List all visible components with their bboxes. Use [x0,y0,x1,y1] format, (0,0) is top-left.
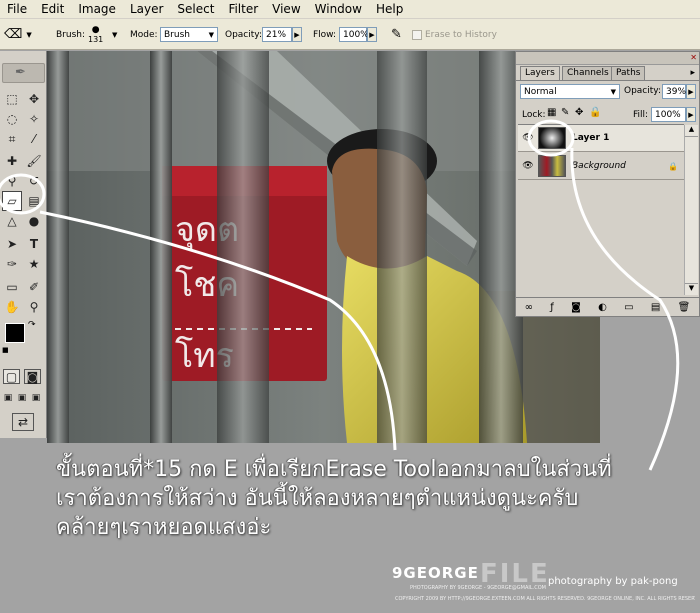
layer-highlight-circle [527,119,575,157]
caption-line-1: ขั้นตอนที่*15 กด E เพื่อเรียกErase Toolอ… [56,457,612,482]
watermark-small-1: PHOTOGRAPHY BY 9GEORGE - 9GEORGE@GMAIL.C… [410,585,546,591]
connector-line-left [39,210,397,451]
watermark-brand: 9GEORGE [392,564,479,582]
tutorial-caption: ขั้นตอนที่*15 กด E เพื่อเรียกErase Toolอ… [56,455,686,542]
watermark-photography: photography by pak-pong [548,576,678,587]
tab-layers[interactable]: Layers [520,66,560,80]
watermark-small-2: COPYRIGHT 2009 BY HTTP://9GEORGE.EXTEEN.… [395,596,695,602]
eraser-highlight-circle [0,173,46,215]
caption-line-3: คล้ายๆเราหยอดแสงอ่ะ [56,515,272,540]
caption-line-2: เราต้องการให้สว่าง อันนี้ให้ลองหลายๆตำแห… [56,486,579,511]
connector-line-right [570,147,680,471]
